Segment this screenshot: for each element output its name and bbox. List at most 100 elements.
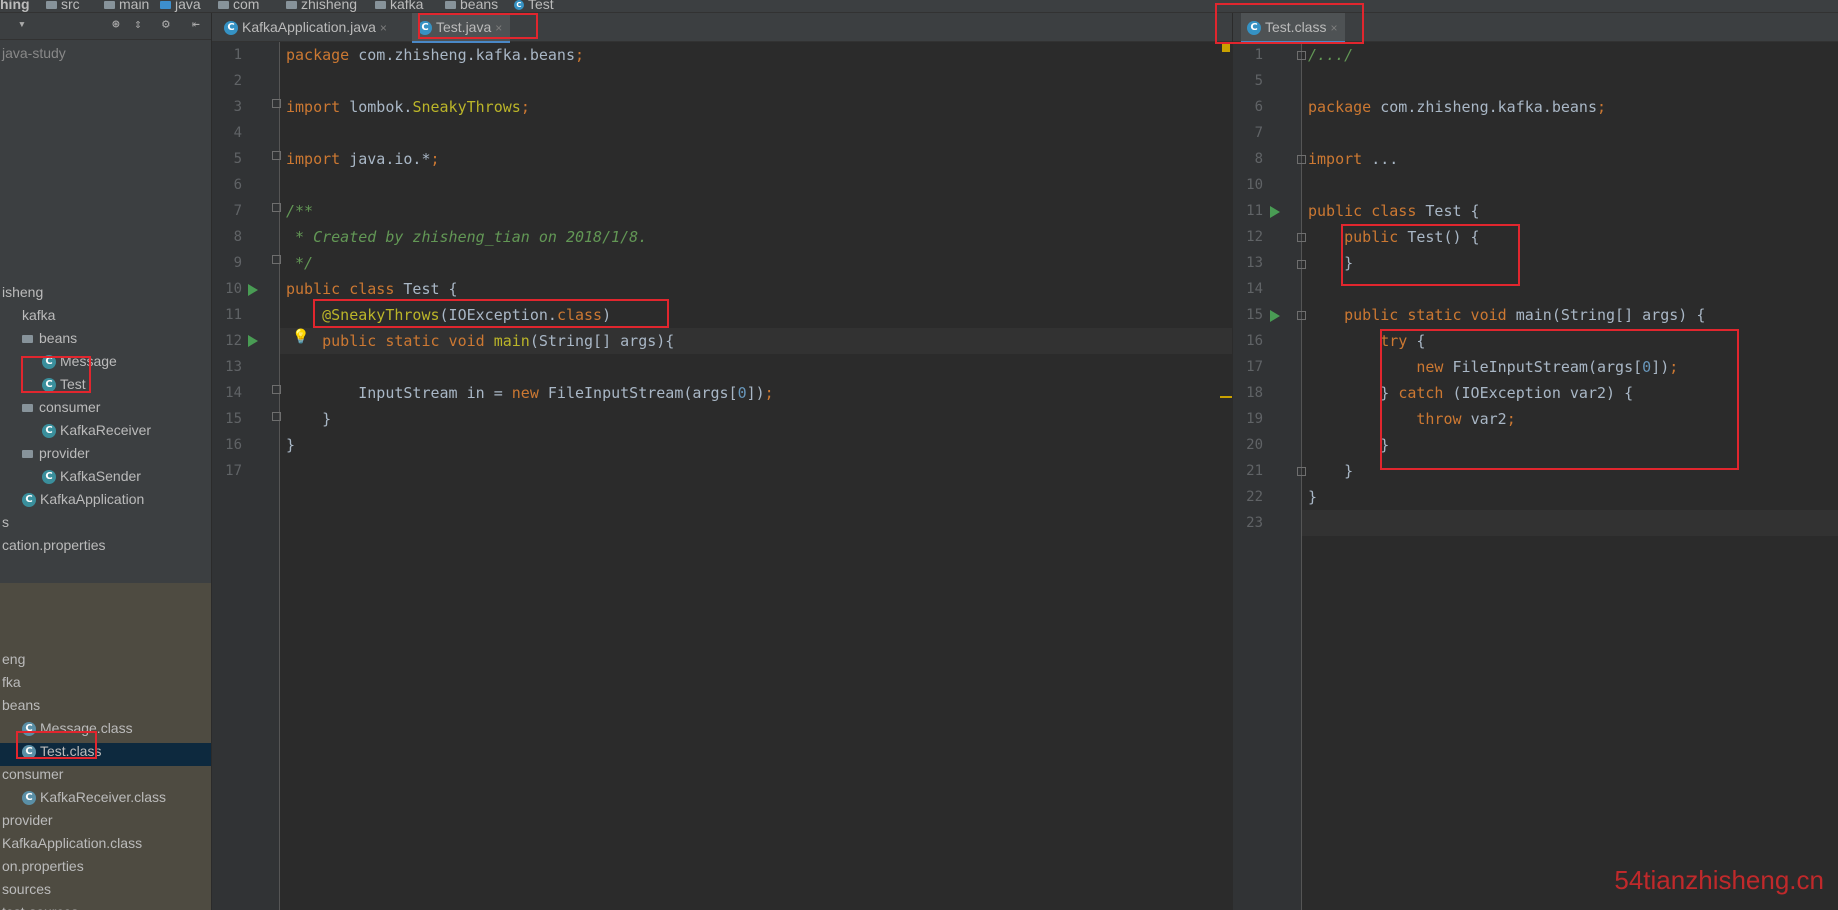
warning-stripe[interactable] — [1220, 396, 1232, 398]
code-line[interactable]: import ... — [1308, 146, 1398, 172]
breadcrumb-item[interactable]: zhisheng — [286, 0, 357, 12]
fold-marker-icon[interactable] — [272, 203, 281, 212]
breadcrumb-item[interactable]: C Test — [514, 0, 554, 12]
code-token: ; — [1597, 98, 1607, 116]
tree-item[interactable]: on.properties — [2, 856, 84, 876]
code-line[interactable]: } — [1308, 484, 1317, 510]
chevron-down-icon[interactable]: ▾ — [18, 17, 26, 32]
tree-item[interactable]: consumer — [22, 397, 100, 417]
tree-item[interactable]: C KafkaReceiver.class — [22, 787, 166, 807]
line-number: 18 — [1246, 385, 1263, 401]
project-tool-header: ▾ ⊛ ⇕ ⚙ ⇤ — [0, 13, 211, 40]
tree-item[interactable]: isheng — [2, 282, 43, 302]
code-line[interactable]: package com.zhisheng.kafka.beans; — [1308, 94, 1606, 120]
class-icon: C — [22, 493, 36, 508]
code-line[interactable]: import java.io.*; — [286, 146, 440, 172]
code-token: Test { — [403, 280, 458, 298]
breadcrumb-item[interactable]: beans — [445, 0, 498, 12]
left-editor[interactable]: package com.zhisheng.kafka.beans; import … — [280, 42, 1232, 910]
code-line[interactable]: } — [286, 406, 331, 432]
line-number: 5 — [233, 151, 242, 167]
code-token: } — [1308, 488, 1318, 506]
code-line[interactable]: InputStream in = new FileInputStream(arg… — [286, 380, 773, 406]
tree-item[interactable]: eng — [2, 649, 25, 669]
breadcrumb-item[interactable]: kafka — [375, 0, 423, 12]
code-line[interactable]: public static void main(String[] args) { — [1308, 302, 1705, 328]
code-token: package — [1308, 98, 1381, 116]
folder-icon — [22, 450, 33, 459]
code-line[interactable]: public static void main(String[] args){ — [286, 328, 674, 354]
hide-icon[interactable]: ⇤ — [192, 17, 200, 32]
fold-marker-icon[interactable] — [1297, 311, 1306, 320]
tree-item[interactable]: provider — [22, 443, 90, 463]
code-token: import — [286, 150, 350, 168]
tree-item[interactable]: C KafkaSender — [42, 466, 141, 486]
tree-item[interactable]: beans — [22, 328, 77, 348]
breadcrumb-item[interactable]: hing — [0, 0, 30, 12]
line-number: 14 — [225, 385, 242, 401]
code-token: ; — [575, 46, 585, 64]
code-line[interactable]: } — [1308, 458, 1353, 484]
tree-item-label: eng — [2, 651, 26, 667]
tree-item[interactable]: fka — [2, 672, 21, 692]
breadcrumb-item[interactable]: com — [218, 0, 259, 12]
tree-item[interactable]: KafkaApplication.class — [2, 833, 142, 853]
code-line[interactable]: /.../ — [1308, 42, 1353, 68]
tree-item[interactable]: sources — [2, 879, 51, 899]
folder-icon — [218, 1, 229, 10]
breadcrumb-item[interactable]: src — [46, 0, 80, 12]
code-token: ... — [1371, 150, 1399, 168]
tree-item[interactable]: kafka — [22, 305, 55, 325]
right-editor[interactable]: /.../ package com.zhisheng.kafka.beans; im… — [1302, 42, 1838, 910]
line-number: 8 — [233, 229, 242, 245]
fold-marker-icon[interactable] — [1297, 467, 1306, 476]
code-token: com.zhisheng.kafka.beans — [1380, 98, 1597, 116]
run-gutter-icon[interactable] — [1270, 310, 1280, 322]
tree-item-label: beans — [39, 330, 78, 346]
fold-marker-icon[interactable] — [272, 255, 281, 264]
code-line[interactable]: */ — [286, 250, 313, 276]
run-gutter-icon[interactable] — [248, 284, 258, 296]
code-line[interactable]: import lombok.SneakyThrows; — [286, 94, 530, 120]
collapse-icon[interactable]: ⇕ — [134, 17, 142, 32]
tree-item[interactable]: C KafkaReceiver — [42, 420, 151, 440]
tree-item[interactable]: cation.properties — [2, 535, 106, 555]
code-line[interactable]: package com.zhisheng.kafka.beans; — [286, 42, 584, 68]
fold-marker-icon[interactable] — [1297, 260, 1306, 269]
lightbulb-icon[interactable]: 💡 — [292, 329, 309, 345]
tree-item-label: KafkaReceiver — [60, 422, 152, 438]
code-line[interactable]: } — [1308, 432, 1389, 458]
tree-item[interactable]: provider — [2, 810, 53, 830]
fold-marker-icon[interactable] — [1297, 155, 1306, 164]
line-number: 12 — [225, 333, 242, 349]
fold-marker-icon[interactable] — [272, 412, 281, 421]
code-line[interactable]: public class Test { — [1308, 198, 1480, 224]
line-number: 16 — [1246, 333, 1263, 349]
project-root[interactable]: java-study — [2, 43, 66, 63]
run-gutter-icon[interactable] — [248, 335, 258, 347]
tree-item[interactable]: test-sources — [2, 902, 78, 910]
close-icon[interactable]: × — [380, 21, 387, 35]
tree-item[interactable]: s — [2, 512, 9, 532]
fold-marker-icon[interactable] — [272, 99, 281, 108]
editor-tab[interactable]: C KafkaApplication.java × — [218, 13, 395, 41]
target-icon[interactable]: ⊛ — [112, 17, 120, 32]
gear-icon[interactable]: ⚙ — [162, 17, 170, 32]
fold-marker-icon[interactable] — [1297, 51, 1306, 60]
run-gutter-icon[interactable] — [1270, 206, 1280, 218]
breadcrumb-item[interactable]: java — [160, 0, 201, 12]
fold-marker-icon[interactable] — [272, 385, 281, 394]
tree-item-label: consumer — [2, 766, 64, 782]
tree-item[interactable]: C KafkaApplication — [22, 489, 144, 509]
fold-marker-icon[interactable] — [272, 151, 281, 160]
inspection-marker-icon[interactable] — [1222, 44, 1230, 52]
tree-item[interactable]: beans — [2, 695, 40, 715]
code-line[interactable]: } — [286, 432, 295, 458]
tree-item-label: provider — [2, 812, 53, 828]
breadcrumb-item[interactable]: main — [104, 0, 149, 12]
code-line[interactable]: /** — [286, 198, 313, 224]
tree-item[interactable]: consumer — [2, 764, 63, 784]
fold-marker-icon[interactable] — [1297, 233, 1306, 242]
code-line[interactable]: * Created by zhisheng_tian on 2018/1/8. — [286, 224, 647, 250]
code-token: } — [286, 410, 332, 428]
